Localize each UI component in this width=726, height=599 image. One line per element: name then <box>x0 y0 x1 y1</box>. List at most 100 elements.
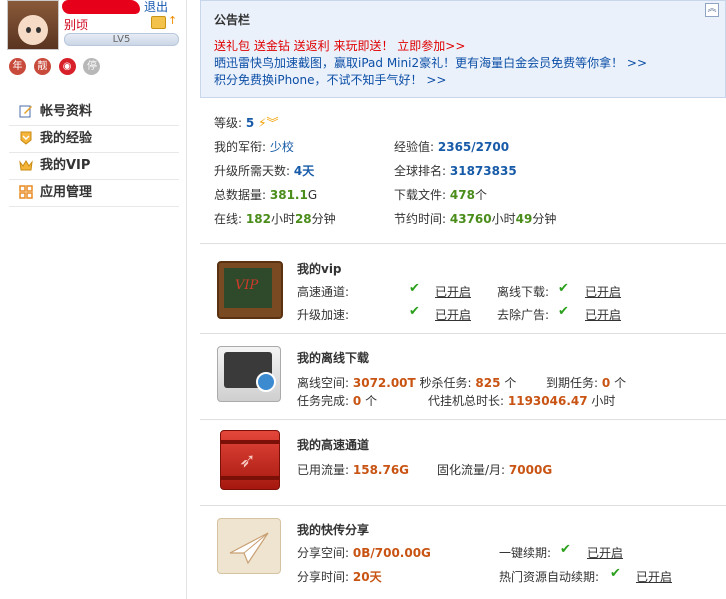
proxy-time-label: 代挂机总时长: <box>428 394 505 408</box>
global-rank-value: 31873835 <box>449 164 517 178</box>
sidebar-item-vip[interactable]: 我的VIP <box>9 153 179 180</box>
share-time-value: 20天 <box>352 570 382 584</box>
download-badge-icon <box>256 372 276 392</box>
crown-icon <box>19 160 33 171</box>
offline-label: 离线下载: <box>497 285 550 299</box>
level-bar: LV5 <box>64 33 179 46</box>
online-label: 在线: <box>214 212 243 226</box>
sidebar-item-apps[interactable]: 应用管理 <box>9 180 179 207</box>
proxy-time-value: 1193046.47 <box>507 394 588 408</box>
sidebar-item-label: 我的经验 <box>40 131 93 146</box>
saved-minutes: 49 <box>515 212 533 226</box>
edit-icon <box>19 105 32 118</box>
expire-task-value: 0 <box>601 376 611 390</box>
upgrade-value: 4天 <box>293 164 315 178</box>
main-panel: 公告栏 ︽ 送礼包 送金钻 送返利 来玩即送！ 立即参加>> 晒迅雷快鸟加速截图… <box>200 0 726 599</box>
badge-pretty-icon[interactable]: 靓 <box>33 58 51 75</box>
vip-chalk-icon: VIP <box>235 278 259 293</box>
highspeed-icon[interactable]: ➶ <box>220 430 280 490</box>
collapse-icon[interactable]: ︽ <box>705 3 719 17</box>
badge-year-icon[interactable]: 年 <box>9 58 26 75</box>
share-title[interactable]: 我的快传分享 <box>297 521 369 538</box>
badge-list: 年 靓 ◉ 停 <box>9 58 104 75</box>
highspeed-section: ➶ 我的高速通道 已用流量: 158.76G 固化流量/月: 7000G <box>200 420 726 504</box>
notice-board: 公告栏 ︽ 送礼包 送金钻 送返利 来玩即送！ 立即参加>> 晒迅雷快鸟加速截图… <box>200 0 726 98</box>
check-icon: ✔ <box>558 304 569 319</box>
badge-stopped-icon[interactable]: 停 <box>83 58 101 75</box>
share-section: 我的快传分享 分享空间: 0B/700.00G 一键续期: ✔ 已开启 分享时间… <box>200 506 726 599</box>
speed-label: 高速通道: <box>297 285 350 299</box>
done-task-label: 任务完成: <box>297 394 350 408</box>
expire-task-row: 到期任务: 0 个 <box>546 374 626 391</box>
ads-label: 去除广告: <box>497 308 550 322</box>
sidebar-item-account[interactable]: 帐号资料 <box>9 99 179 126</box>
avatar[interactable] <box>7 0 59 50</box>
check-icon: ✔ <box>409 304 420 319</box>
upgrade-label: 升级所需天数: <box>214 164 291 178</box>
done-task-unit: 个 <box>365 394 378 408</box>
offline-section: 我的离线下载 离线空间: 3072.00T 秒杀任务: 825 个 到期任务: … <box>200 334 726 420</box>
notice-line-3[interactable]: 积分免费换iPhone，不试不知手气好！ >> <box>214 71 446 88</box>
renew-label: 一键续期: <box>499 546 552 560</box>
online-hours: 182 <box>245 212 271 226</box>
vip-title[interactable]: 我的vip <box>297 260 342 277</box>
offline-space-row: 离线空间: 3072.00T 秒杀任务: 825 个 <box>297 374 516 391</box>
notice-join-link[interactable]: 立即参加>> <box>397 39 465 53</box>
renew-status-link[interactable]: 已开启 <box>587 544 623 561</box>
auto-renew-status-link[interactable]: 已开启 <box>636 568 672 585</box>
check-icon: ✔ <box>409 281 420 296</box>
speed-status-link[interactable]: 已开启 <box>435 283 471 300</box>
hours-unit: 小时 <box>270 212 295 226</box>
check-icon: ✔ <box>560 542 571 557</box>
files-row: 下载文件: 478个 <box>394 186 487 203</box>
highspeed-title[interactable]: 我的高速通道 <box>297 436 369 453</box>
offline-status-link[interactable]: 已开启 <box>585 283 621 300</box>
upgrade-arrow-icon: ↑ <box>168 14 178 27</box>
rank-row: 我的军衔: 少校 <box>214 138 294 155</box>
check-icon: ✔ <box>558 281 569 296</box>
upgrade-row: 升级所需天数: 4天 <box>214 162 314 179</box>
offline-title[interactable]: 我的离线下载 <box>297 349 369 366</box>
notice-title: 公告栏 <box>214 13 251 27</box>
share-space-value: 0B/700.00G <box>352 546 431 560</box>
level-row: 等级: 5 ⚡︾ <box>214 114 279 131</box>
share-time-label: 分享时间: <box>297 570 350 584</box>
badge-vip-icon[interactable]: ◉ <box>58 58 76 75</box>
logout-link[interactable]: 退出 <box>144 0 168 15</box>
paper-plane-graphic <box>229 532 269 565</box>
files-label: 下载文件: <box>394 188 447 202</box>
share-space-row: 分享空间: 0B/700.00G <box>297 544 431 561</box>
sidebar-item-label: 应用管理 <box>40 185 93 200</box>
rank-value[interactable]: 少校 <box>270 140 294 154</box>
notice-line-1[interactable]: 送礼包 送金钻 送返利 来玩即送！ 立即参加>> <box>214 37 465 54</box>
message-icon[interactable] <box>151 16 166 29</box>
exp-row: 经验值: 2365/2700 <box>394 138 509 155</box>
used-flow-value: 158.76G <box>352 463 410 477</box>
expire-task-label: 到期任务: <box>546 376 599 390</box>
monitor-icon[interactable] <box>217 346 281 402</box>
chalkboard-icon[interactable]: VIP <box>217 261 283 319</box>
files-unit: 个 <box>474 188 487 202</box>
level-value: 5 <box>245 116 255 130</box>
experience-icon <box>20 131 32 145</box>
upgrade-status-link[interactable]: 已开启 <box>435 306 471 323</box>
share-space-label: 分享空间: <box>297 546 350 560</box>
done-task-row: 任务完成: 0 个 <box>297 392 377 409</box>
total-data-row: 总数据量: 381.1G <box>214 186 317 203</box>
instant-task-label: 秒杀任务: <box>419 376 472 390</box>
minutes-unit: 分钟 <box>311 212 336 226</box>
sidebar-item-experience[interactable]: 我的经验 <box>9 126 179 153</box>
ads-status-link[interactable]: 已开启 <box>585 306 621 323</box>
fixed-flow-label: 固化流量/月: <box>437 463 506 477</box>
proxy-time-unit: 小时 <box>591 394 616 408</box>
upgrade-speed-label: 升级加速: <box>297 308 350 322</box>
apps-icon <box>19 185 33 199</box>
fixed-flow-row: 固化流量/月: 7000G <box>437 461 552 478</box>
username-redacted <box>62 0 140 14</box>
online-minutes: 28 <box>294 212 312 226</box>
notice-line-2[interactable]: 晒迅雷快鸟加速截图，赢取iPad Mini2豪礼！更有海量白金会员免费等你拿！ … <box>214 54 647 71</box>
chevron-double-icon: ︾ <box>266 116 279 130</box>
offline-space-label: 离线空间: <box>297 376 350 390</box>
check-icon: ✔ <box>610 566 621 581</box>
paper-plane-icon[interactable] <box>217 518 281 574</box>
